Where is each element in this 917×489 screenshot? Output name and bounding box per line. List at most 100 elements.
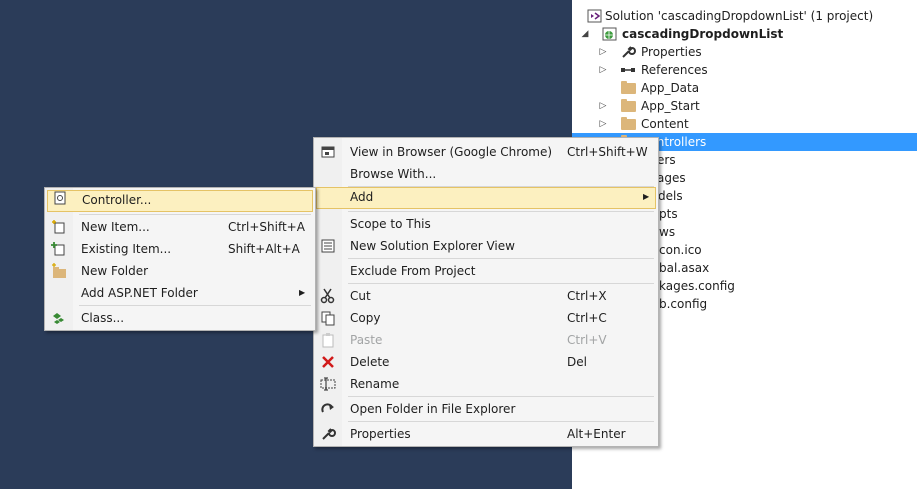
menu-separator — [348, 211, 654, 212]
collapsed-triangle-icon[interactable]: ▷ — [598, 115, 608, 133]
refresh-arrow-icon — [320, 401, 336, 417]
menu-item-paste[interactable]: Paste Ctrl+V — [316, 329, 656, 351]
tree-item-content[interactable]: ▷ Content — [572, 115, 917, 133]
menu-item-shortcut: Ctrl+X — [567, 289, 607, 303]
menu-item-shortcut: Ctrl+V — [567, 333, 607, 347]
menu-item-label: Browse With... — [350, 167, 437, 181]
menu-item-label: Paste — [350, 333, 383, 347]
menu-item-copy[interactable]: Copy Ctrl+C — [316, 307, 656, 329]
menu-item-label: Class... — [81, 311, 125, 325]
menu-separator — [79, 305, 311, 306]
add-submenu: Controller... New Item... Ctrl+Shift+A E… — [44, 187, 316, 331]
menu-item-view-in-browser[interactable]: View in Browser (Google Chrome) Ctrl+Shi… — [316, 141, 656, 163]
paste-icon — [320, 332, 336, 348]
menu-item-label: Rename — [350, 377, 400, 391]
tree-item-properties[interactable]: ▷ Properties — [572, 43, 917, 61]
references-icon — [620, 62, 636, 78]
tree-item-references[interactable]: ▷ References — [572, 61, 917, 79]
menu-item-shortcut: Ctrl+Shift+W — [567, 145, 648, 159]
menu-item-label: Add ASP.NET Folder — [81, 286, 198, 300]
menu-separator — [348, 283, 654, 284]
tree-label: b.config — [659, 297, 708, 311]
browser-icon — [320, 144, 336, 160]
tree-label: pts — [659, 207, 678, 221]
existing-item-icon — [51, 241, 67, 257]
tree-item-project[interactable]: ◢ cascadingDropdownList — [572, 25, 917, 43]
tree-item-app-data[interactable]: App_Data — [572, 79, 917, 97]
menu-item-add[interactable]: Add ▶ — [316, 187, 656, 209]
cut-icon — [320, 288, 336, 304]
collapsed-triangle-icon[interactable]: ▷ — [598, 61, 608, 79]
menu-item-shortcut: Shift+Alt+A — [228, 242, 300, 256]
controller-icon — [52, 190, 68, 206]
menu-item-label: Add — [350, 190, 374, 204]
menu-item-label: Controller... — [82, 193, 152, 207]
delete-icon — [320, 354, 336, 370]
tree-item-app-start[interactable]: ▷ App_Start — [572, 97, 917, 115]
menu-item-shortcut: Alt+Enter — [567, 427, 626, 441]
menu-item-label: New Solution Explorer View — [350, 239, 515, 253]
menu-item-new-folder[interactable]: New Folder — [47, 260, 313, 282]
menu-item-controller[interactable]: Controller... — [47, 190, 313, 212]
menu-item-cut[interactable]: Cut Ctrl+X — [316, 285, 656, 307]
tree-label: kages.config — [659, 279, 735, 293]
tree-label: bal.asax — [659, 261, 710, 275]
menu-item-label: Copy — [350, 311, 381, 325]
menu-item-label: View in Browser (Google Chrome) — [350, 145, 553, 159]
rename-icon — [320, 376, 336, 392]
tree-label: Properties — [641, 45, 702, 59]
menu-item-delete[interactable]: Delete Del — [316, 351, 656, 373]
tree-label: Solution 'cascadingDropdownList' (1 proj… — [605, 9, 874, 23]
menu-item-label: Properties — [350, 427, 411, 441]
new-folder-icon — [51, 263, 67, 279]
menu-item-add-aspnet-folder[interactable]: Add ASP.NET Folder ▶ — [47, 282, 313, 304]
menu-item-label: Exclude From Project — [350, 264, 476, 278]
menu-item-label: Delete — [350, 355, 390, 369]
web-project-icon — [602, 26, 618, 42]
menu-item-label: Scope to This — [350, 217, 431, 231]
menu-item-properties[interactable]: Properties Alt+Enter — [316, 423, 656, 445]
submenu-arrow-icon: ▶ — [643, 192, 650, 201]
collapsed-triangle-icon[interactable]: ▷ — [598, 97, 608, 115]
menu-separator — [79, 214, 311, 215]
menu-item-label: Cut — [350, 289, 371, 303]
menu-item-class[interactable]: Class... — [47, 307, 313, 329]
menu-item-shortcut: Del — [567, 355, 587, 369]
expanded-triangle-icon[interactable]: ◢ — [580, 25, 590, 43]
tree-label: Content — [641, 117, 689, 131]
new-view-icon — [320, 238, 336, 254]
folder-icon — [621, 99, 636, 112]
menu-item-scope-to-this[interactable]: Scope to This — [316, 213, 656, 235]
menu-item-rename[interactable]: Rename — [316, 373, 656, 395]
collapsed-triangle-icon[interactable]: ▷ — [598, 43, 608, 61]
menu-item-existing-item[interactable]: Existing Item... Shift+Alt+A — [47, 238, 313, 260]
folder-icon — [621, 81, 636, 94]
tree-label: ers — [657, 153, 676, 167]
menu-separator — [348, 421, 654, 422]
menu-item-browse-with[interactable]: Browse With... — [316, 163, 656, 185]
tree-label: App_Start — [641, 99, 700, 113]
wrench-icon — [320, 426, 336, 442]
menu-item-open-folder[interactable]: Open Folder in File Explorer — [316, 398, 656, 420]
menu-item-label: Existing Item... — [81, 242, 172, 256]
tree-label: App_Data — [641, 81, 700, 95]
tree-label: con.ico — [659, 243, 702, 257]
menu-item-new-item[interactable]: New Item... Ctrl+Shift+A — [47, 216, 313, 238]
project-context-menu: View in Browser (Google Chrome) Ctrl+Shi… — [313, 137, 659, 447]
tree-item-solution[interactable]: Solution 'cascadingDropdownList' (1 proj… — [572, 7, 917, 25]
menu-item-new-solution-explorer-view[interactable]: New Solution Explorer View — [316, 235, 656, 257]
class-icon — [51, 310, 67, 326]
tree-label: References — [641, 63, 708, 77]
submenu-arrow-icon: ▶ — [299, 288, 306, 297]
menu-item-shortcut: Ctrl+C — [567, 311, 607, 325]
menu-separator — [348, 396, 654, 397]
wrench-icon — [620, 44, 636, 60]
tree-label: dels — [658, 189, 683, 203]
menu-item-label: New Item... — [81, 220, 150, 234]
tree-label: ages — [657, 171, 686, 185]
menu-item-shortcut: Ctrl+Shift+A — [228, 220, 305, 234]
menu-item-exclude-from-project[interactable]: Exclude From Project — [316, 260, 656, 282]
copy-icon — [320, 310, 336, 326]
new-item-icon — [51, 219, 67, 235]
menu-separator — [348, 258, 654, 259]
